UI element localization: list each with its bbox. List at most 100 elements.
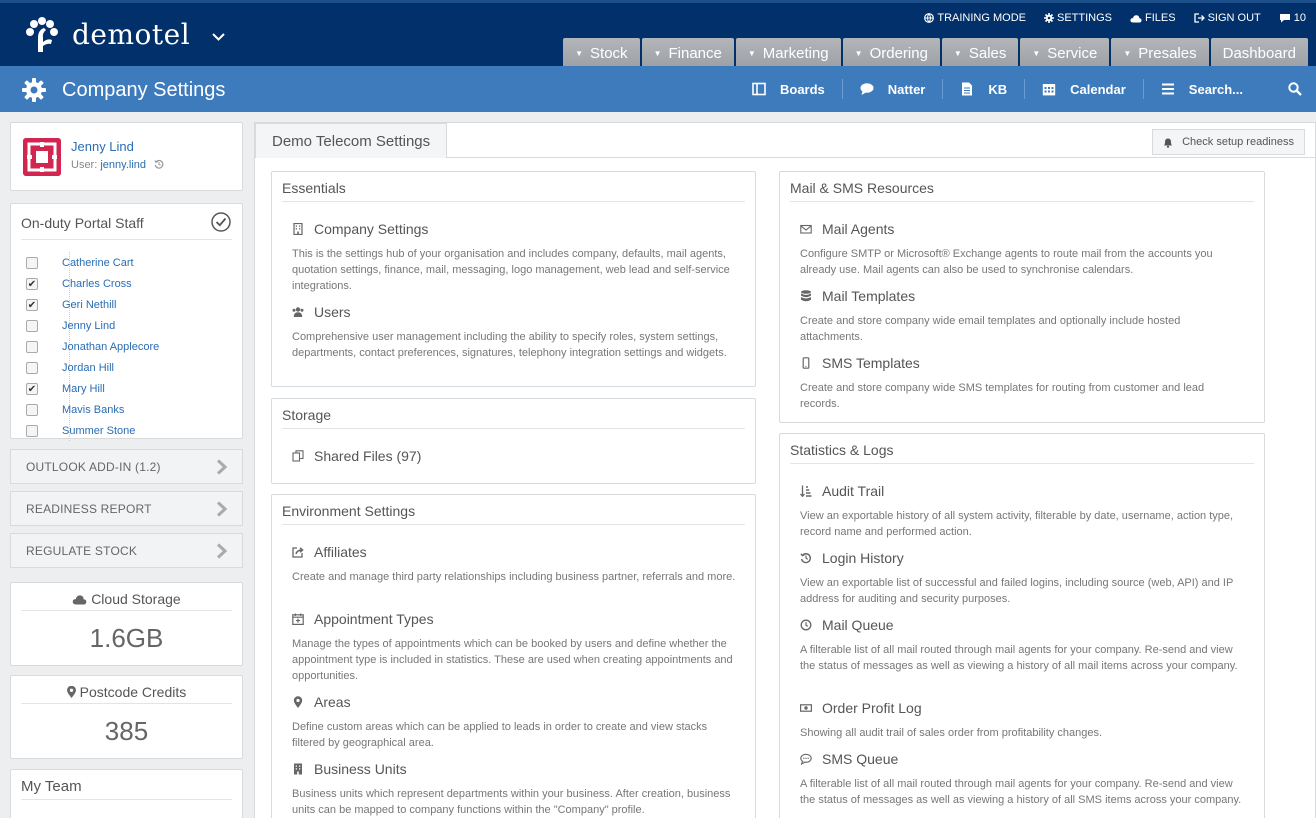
postcode-credits-title-row: Postcode Credits <box>11 676 242 700</box>
shared-files-link[interactable]: Shared Files (97) <box>292 448 737 464</box>
item-description: Manage the types of appointments which c… <box>292 638 733 682</box>
sign-out-icon <box>1193 13 1205 23</box>
postcode-credits-card: Postcode Credits 385 <box>10 675 243 759</box>
settings-item: Appointment Types Manage the types of ap… <box>292 611 737 684</box>
settings-item: Mail Templates Create and store company … <box>800 288 1246 345</box>
staff-checkbox[interactable] <box>26 403 38 416</box>
staff-checkbox[interactable] <box>26 340 38 353</box>
search-icon[interactable] <box>1288 82 1302 96</box>
staff-name-link[interactable]: Geri Nethill <box>62 299 116 311</box>
staff-checkbox[interactable] <box>26 361 38 374</box>
brand-logo[interactable]: demotel <box>24 16 225 52</box>
settings-main: Demo Telecom Settings Check setup readin… <box>254 122 1316 818</box>
item-title: Areas <box>314 694 351 710</box>
nav-tab-finance[interactable]: ▼ Finance <box>641 38 734 69</box>
caret-down-icon: ▼ <box>653 49 662 58</box>
caret-down-icon: ▼ <box>1032 49 1041 58</box>
subnav-kb[interactable]: KB <box>943 79 1026 99</box>
bell-icon <box>1164 138 1173 148</box>
subnav-natter[interactable]: Natter <box>843 79 944 99</box>
share-icon <box>292 547 304 558</box>
staff-row: Summer Stone <box>26 420 232 441</box>
item-description: Showing all audit trail of sales order f… <box>800 727 1103 739</box>
areas-link[interactable]: Areas <box>292 694 737 710</box>
nav-tab-marketing[interactable]: ▼ Marketing <box>735 38 841 69</box>
order-profit-log-link[interactable]: Order Profit Log <box>800 700 1246 716</box>
item-description: Configure SMTP or Microsoft® Exchange ag… <box>800 248 1213 276</box>
mail-agents-link[interactable]: Mail Agents <box>800 221 1246 237</box>
regulate-stock-panel[interactable]: REGULATE STOCK <box>10 533 243 568</box>
outlook-addin-panel[interactable]: OUTLOOK ADD-IN (1.2) <box>10 449 243 484</box>
check-circle-icon[interactable] <box>211 212 231 232</box>
files-label: FILES <box>1145 12 1176 24</box>
subnav-calendar[interactable]: Calendar <box>1025 79 1144 99</box>
sms-queue-link[interactable]: SMS Queue <box>800 751 1246 767</box>
login-history-link[interactable]: Login History <box>800 550 1246 566</box>
staff-checkbox[interactable] <box>26 319 38 332</box>
staff-name-link[interactable]: Mavis Banks <box>62 404 124 416</box>
staff-name-link[interactable]: Summer Stone <box>62 425 135 437</box>
on-duty-staff-card: On-duty Portal Staff Catherine Cart ✔ Cha… <box>10 203 243 441</box>
sign-out-link[interactable]: SIGN OUT <box>1193 12 1261 24</box>
staff-name-link[interactable]: Mary Hill <box>62 383 105 395</box>
collapser-label: REGULATE STOCK <box>26 543 138 558</box>
nav-tab-ordering[interactable]: ▼ Ordering <box>842 38 940 69</box>
panel-title: Storage <box>282 407 332 423</box>
sms-templates-link[interactable]: SMS Templates <box>800 355 1246 371</box>
staff-checkbox[interactable] <box>26 256 38 269</box>
staff-checkbox[interactable]: ✔ <box>26 298 38 311</box>
tab-demo-telecom-settings[interactable]: Demo Telecom Settings <box>255 123 448 158</box>
subnav-search[interactable]: Search... <box>1144 79 1260 99</box>
staff-name-link[interactable]: Jordan Hill <box>62 362 114 374</box>
appointment-types-link[interactable]: Appointment Types <box>292 611 737 627</box>
gear-icon <box>22 78 46 102</box>
item-title: Audit Trail <box>822 483 885 499</box>
users-link[interactable]: Users <box>292 304 737 320</box>
chevron-down-icon[interactable] <box>212 28 225 44</box>
staff-name-link[interactable]: Jonathan Applecore <box>62 341 159 353</box>
mail-queue-link[interactable]: Mail Queue <box>800 617 1246 633</box>
settings-link[interactable]: SETTINGS <box>1043 12 1112 24</box>
mail-templates-link[interactable]: Mail Templates <box>800 288 1246 304</box>
nav-tab-stock[interactable]: ▼ Stock <box>563 38 640 69</box>
history-icon[interactable] <box>154 159 164 169</box>
settings-item: Areas Define custom areas which can be a… <box>292 694 737 751</box>
nav-tab-sales[interactable]: ▼ Sales <box>941 38 1019 69</box>
training-mode-label: TRAINING MODE <box>937 12 1026 24</box>
staff-name-link[interactable]: Jenny Lind <box>62 320 115 332</box>
training-mode-link[interactable]: TRAINING MODE <box>924 12 1026 24</box>
business-units-link[interactable]: Business Units <box>292 761 737 777</box>
caret-down-icon: ▼ <box>953 49 962 58</box>
item-title: Mail Templates <box>822 288 916 304</box>
affiliates-link[interactable]: Affiliates <box>292 544 737 560</box>
nav-tab-service[interactable]: ▼ Service <box>1020 38 1110 69</box>
staff-checkbox[interactable] <box>26 424 38 437</box>
divider <box>21 239 232 240</box>
staff-row: Catherine Cart <box>26 252 232 273</box>
panel-title: Essentials <box>282 180 346 196</box>
company-settings-link[interactable]: Company Settings <box>292 221 737 237</box>
my-team-title: My Team <box>21 778 82 795</box>
clock-icon <box>800 619 812 631</box>
nav-tab-dashboard[interactable]: Dashboard <box>1210 38 1308 69</box>
staff-row: ✔ Charles Cross <box>26 273 232 294</box>
readiness-report-panel[interactable]: READINESS REPORT <box>10 491 243 526</box>
files-link[interactable]: FILES <box>1130 12 1176 24</box>
audit-trail-link[interactable]: Audit Trail <box>800 483 1246 499</box>
nav-tab-presales[interactable]: ▼ Presales <box>1111 38 1209 69</box>
my-team-card: My Team <box>10 769 243 818</box>
staff-checkbox[interactable]: ✔ <box>26 277 38 290</box>
user-login-value[interactable]: jenny.lind <box>100 159 146 171</box>
subnav-boards[interactable]: Boards <box>735 79 843 99</box>
item-title: Mail Agents <box>822 221 895 237</box>
staff-checkbox[interactable]: ✔ <box>26 382 38 395</box>
check-setup-readiness-button[interactable]: Check setup readiness <box>1152 129 1305 155</box>
messages-link[interactable]: 10 <box>1279 12 1306 24</box>
user-name-link[interactable]: Jenny Lind <box>71 139 134 154</box>
avatar[interactable] <box>23 138 61 176</box>
settings-item: Login History View an exportable list of… <box>800 550 1246 607</box>
staff-name-link[interactable]: Charles Cross <box>62 278 132 290</box>
nav-tab-label: Finance <box>668 45 722 62</box>
staff-name-link[interactable]: Catherine Cart <box>62 257 134 269</box>
postcode-credits-title: Postcode Credits <box>79 684 187 700</box>
